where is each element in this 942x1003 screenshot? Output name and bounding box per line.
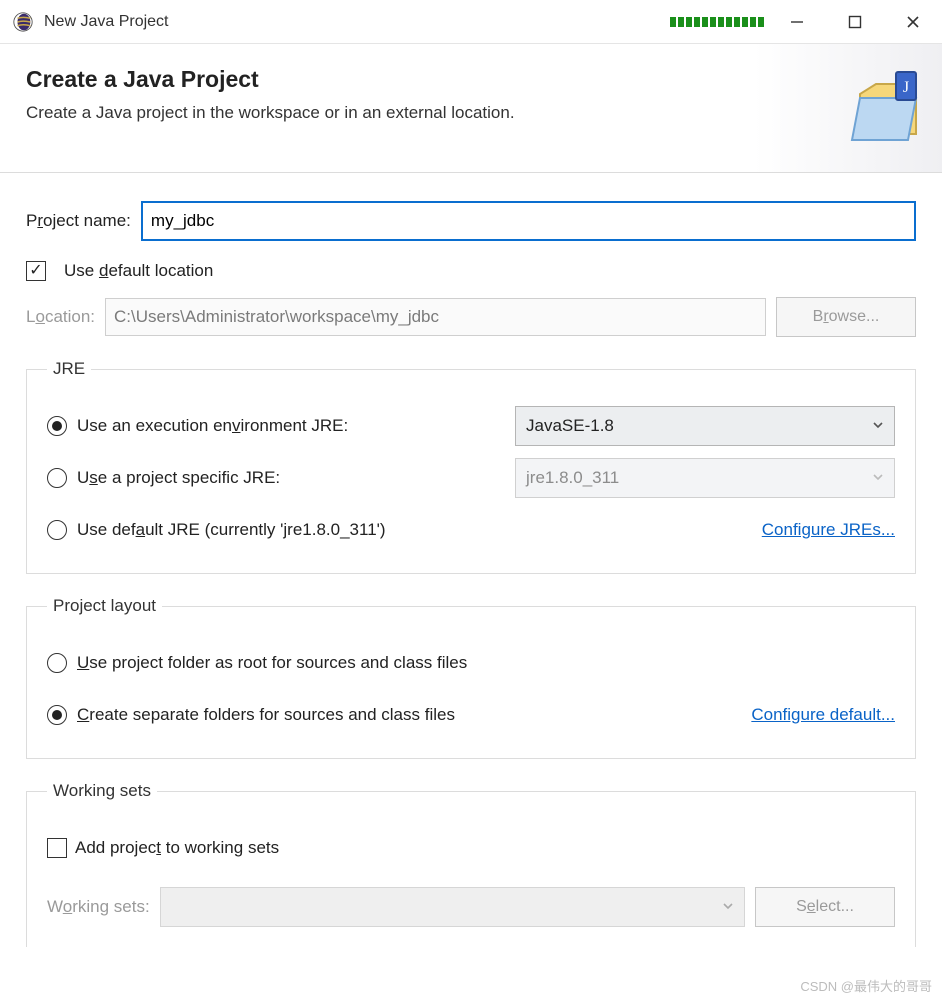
progress-bar <box>670 17 764 27</box>
location-input <box>105 298 766 336</box>
chevron-down-icon <box>872 468 884 488</box>
watermark: CSDN @最伟大的哥哥 <box>800 976 932 995</box>
layout-root-label: Use project folder as root for sources a… <box>77 653 467 673</box>
eclipse-icon <box>12 11 34 33</box>
jre-group: JRE Use an execution environment JRE: Ja… <box>26 359 916 574</box>
project-layout-legend: Project layout <box>47 596 162 616</box>
configure-jres-link[interactable]: Configure JREs... <box>762 520 895 540</box>
titlebar: New Java Project <box>0 0 942 44</box>
working-sets-label: Working sets: <box>47 897 150 917</box>
jre-project-specific-label: Use a project specific JRE: <box>77 468 280 488</box>
chevron-down-icon <box>872 416 884 436</box>
working-sets-select <box>160 887 745 927</box>
jre-default-label: Use default JRE (currently 'jre1.8.0_311… <box>77 520 386 540</box>
jre-default-radio[interactable] <box>47 520 67 540</box>
close-button[interactable] <box>884 0 942 44</box>
location-row: Location: Browse... <box>26 297 916 337</box>
use-default-location-checkbox[interactable] <box>26 261 46 281</box>
jre-project-specific-select: jre1.8.0_311 <box>515 458 895 498</box>
maximize-button[interactable] <box>826 0 884 44</box>
project-layout-group: Project layout Use project folder as roo… <box>26 596 916 759</box>
jre-project-specific-radio[interactable] <box>47 468 67 488</box>
jre-exec-env-radio[interactable] <box>47 416 67 436</box>
working-sets-add-row: Add project to working sets <box>47 825 895 871</box>
layout-separate-radio[interactable] <box>47 705 67 725</box>
layout-option-separate: Create separate folders for sources and … <box>47 692 895 738</box>
jre-exec-env-select[interactable]: JavaSE-1.8 <box>515 406 895 446</box>
java-project-icon: J <box>846 66 930 150</box>
working-sets-legend: Working sets <box>47 781 157 801</box>
add-to-working-sets-label: Add project to working sets <box>75 838 279 858</box>
working-sets-row: Working sets: Select... <box>47 887 895 927</box>
jre-project-specific-value: jre1.8.0_311 <box>526 468 619 488</box>
jre-exec-env-value: JavaSE-1.8 <box>526 416 614 436</box>
wizard-banner: Create a Java Project Create a Java proj… <box>0 44 942 173</box>
window-title: New Java Project <box>44 13 169 31</box>
layout-root-radio[interactable] <box>47 653 67 673</box>
banner-subheading: Create a Java project in the workspace o… <box>26 103 846 123</box>
jre-legend: JRE <box>47 359 91 379</box>
working-sets-group: Working sets Add project to working sets… <box>26 781 916 947</box>
project-name-input[interactable] <box>141 201 916 241</box>
jre-option-default: Use default JRE (currently 'jre1.8.0_311… <box>47 507 895 553</box>
jre-exec-env-label: Use an execution environment JRE: <box>77 416 348 436</box>
jre-option-project-specific: Use a project specific JRE: jre1.8.0_311 <box>47 455 895 501</box>
location-label: Location: <box>26 307 95 327</box>
project-name-row: Project name: <box>26 201 916 241</box>
layout-option-root: Use project folder as root for sources a… <box>47 640 895 686</box>
minimize-button[interactable] <box>768 0 826 44</box>
use-default-location-label: Use default location <box>64 261 213 281</box>
jre-option-execution-env: Use an execution environment JRE: JavaSE… <box>47 403 895 449</box>
layout-separate-label: Create separate folders for sources and … <box>77 705 455 725</box>
use-default-location-row: Use default location <box>26 261 916 281</box>
add-to-working-sets-checkbox[interactable] <box>47 838 67 858</box>
working-sets-select-button: Select... <box>755 887 895 927</box>
svg-text:J: J <box>903 79 909 96</box>
chevron-down-icon <box>722 899 734 916</box>
browse-button: Browse... <box>776 297 916 337</box>
project-name-label: Project name: <box>26 211 131 231</box>
configure-default-link[interactable]: Configure default... <box>751 705 895 725</box>
banner-heading: Create a Java Project <box>26 66 846 93</box>
